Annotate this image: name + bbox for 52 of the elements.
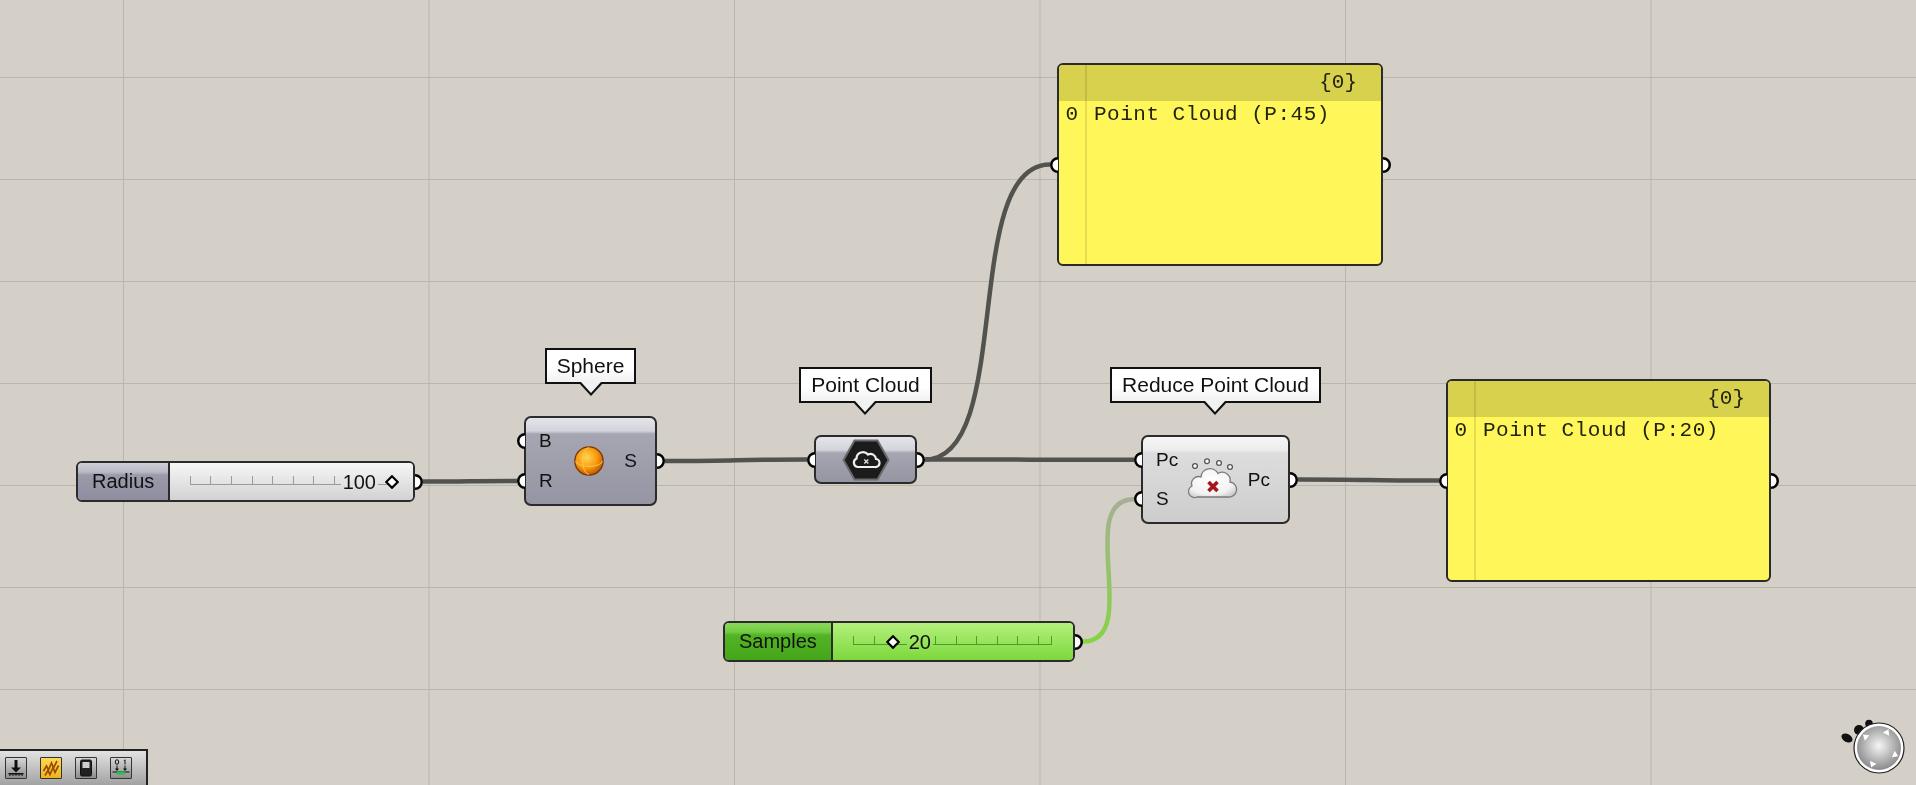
number-slider[interactable]: Samples 20 <box>723 621 1075 662</box>
output-port-icon[interactable] <box>415 473 424 490</box>
output-port-icon[interactable] <box>917 451 926 468</box>
item-value: Point Cloud (P:20) <box>1483 418 1719 444</box>
toolbar-button[interactable] <box>75 757 97 779</box>
output-port-icon[interactable] <box>1290 471 1299 488</box>
output-label: Pc <box>1247 468 1270 491</box>
branch-path: {0} <box>1319 70 1357 96</box>
name-callout: Reduce Point Cloud <box>1110 367 1321 415</box>
input-port-icon[interactable] <box>1049 156 1058 173</box>
input-label: Pc <box>1156 448 1179 471</box>
cloud-hexagon-icon <box>841 438 890 481</box>
data-panel[interactable]: {0} 0 Point Cloud (P:20) <box>1446 379 1771 582</box>
input-port-icon[interactable] <box>516 433 525 449</box>
sphere-icon <box>573 446 604 476</box>
slider-track[interactable]: 20 <box>832 623 1073 660</box>
input-port-icon[interactable] <box>1133 451 1142 468</box>
input-port-icon[interactable] <box>1438 472 1447 489</box>
toolbar-button[interactable] <box>40 757 62 779</box>
name-callout: Sphere <box>544 348 637 396</box>
slider-label: Samples <box>725 623 833 660</box>
output-label: S <box>624 450 637 472</box>
output-port-icon[interactable] <box>1383 156 1392 173</box>
item-index: 0 <box>1065 102 1079 128</box>
input-label: B <box>539 430 552 452</box>
slider-grip[interactable] <box>385 474 399 489</box>
branch-path: {0} <box>1707 386 1745 412</box>
arrow-down-icon <box>7 759 25 777</box>
slider-range-icon <box>112 759 130 777</box>
slider-track[interactable]: 100 <box>170 463 413 500</box>
input-port-icon[interactable] <box>1133 491 1142 508</box>
output-port-icon[interactable] <box>1075 633 1084 650</box>
slider-grip[interactable] <box>885 634 900 649</box>
toggle-switch-icon <box>77 759 95 777</box>
item-value: Point Cloud (P:45) <box>1094 102 1330 128</box>
number-slider[interactable]: Radius 100 <box>76 461 415 502</box>
data-panel[interactable]: {0} 0 Point Cloud (P:45) <box>1057 63 1383 266</box>
slider-label: Radius <box>78 463 171 500</box>
input-port-icon[interactable] <box>806 451 815 468</box>
zigzag-icon <box>42 759 60 777</box>
component-node[interactable]: Pc S Pc <box>1141 435 1290 524</box>
input-port-icon[interactable] <box>516 473 525 489</box>
input-label: R <box>539 470 553 492</box>
output-port-icon[interactable] <box>657 453 666 469</box>
toolbar-button[interactable] <box>110 757 132 779</box>
name-callout: Point Cloud <box>799 367 932 415</box>
item-index: 0 <box>1454 418 1468 444</box>
parameter-node[interactable] <box>814 435 917 484</box>
input-label: S <box>1156 488 1169 511</box>
toolbar-button[interactable] <box>5 757 27 779</box>
component-node[interactable]: B R S <box>524 416 657 506</box>
output-port-icon[interactable] <box>1771 472 1780 489</box>
